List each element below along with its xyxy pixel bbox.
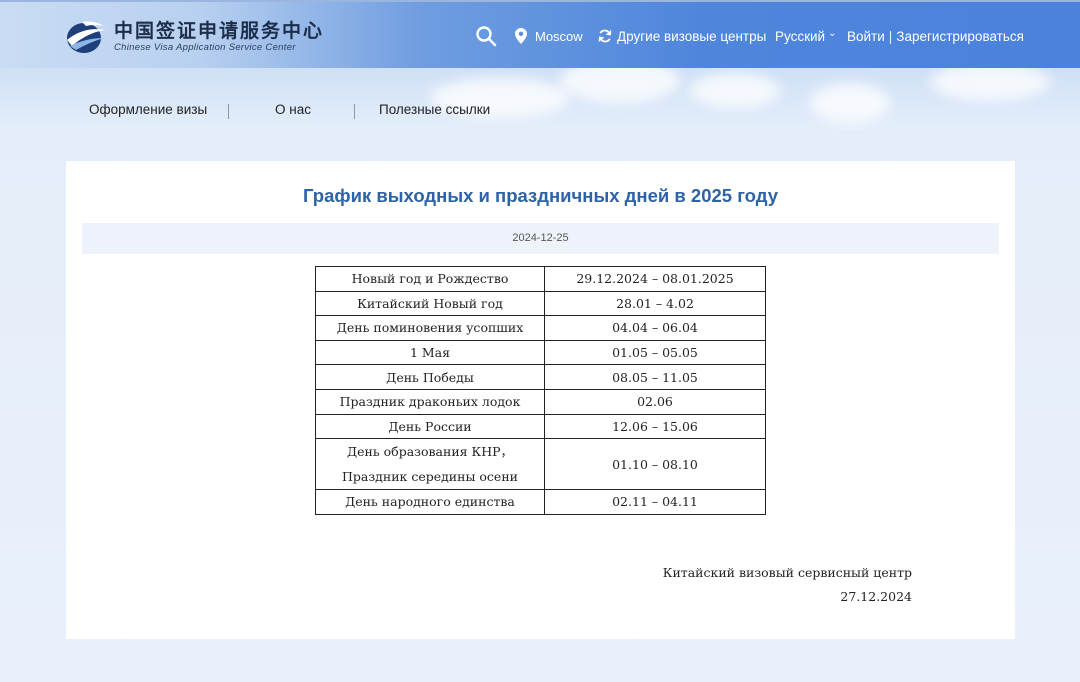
holiday-period-cell: 08.05 – 11.05: [544, 364, 766, 390]
table-row: День Победы 08.05 – 11.05: [315, 364, 766, 390]
holiday-name: День поминовения усопших: [336, 320, 524, 336]
article-card: График выходных и праздничных дней в 202…: [66, 161, 1015, 639]
holiday-name: День образования КНР，: [346, 444, 514, 460]
chevron-down-icon: ⌄: [828, 27, 837, 39]
holiday-name-cell: Новый год и Рождество: [315, 266, 545, 292]
holiday-period: 01.10 – 08.10: [612, 456, 698, 472]
register-link[interactable]: Зарегистрироваться: [896, 29, 1024, 44]
holiday-period-cell: 29.12.2024 – 08.01.2025: [544, 266, 766, 292]
holiday-period: 08.05 – 11.05: [612, 369, 698, 385]
holiday-period: 28.01 – 4.02: [616, 295, 694, 311]
auth-separator: |: [888, 28, 893, 44]
holiday-name-cell: День образования КНР， Праздник середины о…: [315, 438, 545, 491]
signature-date: 27.12.2024: [840, 589, 912, 604]
holiday-name-cell: День Победы: [315, 364, 545, 390]
holiday-period-cell: 12.06 – 15.06: [544, 413, 766, 440]
holiday-period-cell: 04.04 – 06.04: [544, 315, 766, 341]
holiday-name-cell: День народного единства: [315, 489, 545, 515]
holiday-name-line2: Праздник середины осени: [342, 469, 518, 485]
login-link[interactable]: Войти: [847, 29, 885, 44]
other-centers-label: Другие визовые центры: [617, 28, 767, 44]
auth-links: Войти | Зарегистрироваться: [847, 26, 1024, 46]
header-bar: 中国签证申请服务中心 Chinese Visa Application Serv…: [0, 0, 1080, 68]
holiday-name: Новый год и Рождество: [351, 271, 509, 287]
logo-chinese-text: 中国签证申请服务中心: [114, 20, 325, 42]
holiday-name: 1 Мая: [409, 345, 451, 361]
other-centers-link[interactable]: Другие визовые центры: [598, 26, 766, 46]
table-row: День образования КНР， Праздник середины о…: [315, 438, 766, 491]
holiday-name: День Победы: [386, 369, 474, 385]
holiday-period: 02.11 – 04.11: [612, 494, 698, 510]
nav-item-visa[interactable]: Оформление визы: [89, 102, 207, 117]
holiday-name-cell: День России: [315, 413, 545, 440]
logo-english-text: Chinese Visa Application Service Center: [114, 42, 296, 53]
cloud-decoration: [690, 73, 780, 108]
holiday-name-cell: Праздник драконьих лодок: [315, 388, 545, 415]
table-row: День России 12.06 – 15.06: [315, 413, 766, 440]
publish-date: 2024-12-25: [82, 223, 999, 254]
nav-separator: [228, 104, 229, 119]
nav-separator: [354, 104, 355, 119]
main-nav: Оформление визы О нас Полезные ссылки: [0, 68, 1080, 130]
cloud-decoration: [560, 68, 680, 103]
holiday-period-cell: 28.01 – 4.02: [544, 290, 766, 317]
holiday-period-cell: 02.06: [544, 388, 766, 415]
site-logo[interactable]: 中国签证申请服务中心 Chinese Visa Application Serv…: [64, 16, 322, 56]
location-label: Moscow: [535, 28, 583, 44]
holiday-period-cell: 02.11 – 04.11: [544, 489, 766, 515]
holiday-period: 04.04 – 06.04: [612, 320, 698, 336]
cloud-decoration: [810, 83, 890, 123]
language-label: Русский: [775, 28, 826, 44]
table-row: Новый год и Рождество 29.12.2024 – 08.01.…: [315, 266, 766, 292]
location-selector[interactable]: Moscow: [515, 26, 583, 46]
signature-organization: Китайский визовый сервисный центр: [662, 565, 912, 580]
holiday-name: День России: [388, 418, 472, 434]
holiday-name: День народного единства: [345, 494, 515, 510]
holiday-name-cell: Китайский Новый год: [315, 290, 545, 317]
globe-logo-icon: [67, 21, 106, 53]
table-row: Праздник драконьих лодок 02.06: [315, 388, 766, 415]
location-pin-icon: [515, 28, 527, 44]
holiday-period: 12.06 – 15.06: [612, 418, 698, 434]
holiday-name-cell: День поминовения усопших: [315, 315, 545, 341]
holiday-table: Новый год и Рождество 29.12.2024 – 08.01.…: [315, 266, 766, 515]
holiday-period-cell: 01.05 – 05.05: [544, 339, 766, 366]
holiday-name: Китайский Новый год: [357, 295, 503, 311]
holiday-period: 01.05 – 05.05: [612, 345, 698, 361]
search-icon[interactable]: [474, 24, 498, 48]
holiday-period: 29.12.2024 – 08.01.2025: [576, 271, 734, 287]
article-title: График выходных и праздничных дней в 202…: [303, 185, 778, 206]
table-row: 1 Мая 01.05 – 05.05: [315, 339, 766, 366]
holiday-period-cell: 01.10 – 08.10: [544, 438, 766, 491]
table-row: Китайский Новый год 28.01 – 4.02: [315, 290, 766, 317]
nav-item-about[interactable]: О нас: [275, 102, 311, 117]
table-row: День народного единства 02.11 – 04.11: [315, 489, 766, 515]
cloud-decoration: [930, 68, 1050, 101]
language-selector[interactable]: Русский ⌄: [775, 26, 836, 46]
holiday-name-cell: 1 Мая: [315, 339, 545, 366]
table-row: День поминовения усопших 04.04 – 06.04: [315, 315, 766, 341]
holiday-name: Праздник драконьих лодок: [339, 394, 521, 410]
refresh-icon: [598, 29, 612, 43]
holiday-period: 02.06: [637, 394, 673, 410]
nav-item-links[interactable]: Полезные ссылки: [379, 102, 490, 117]
